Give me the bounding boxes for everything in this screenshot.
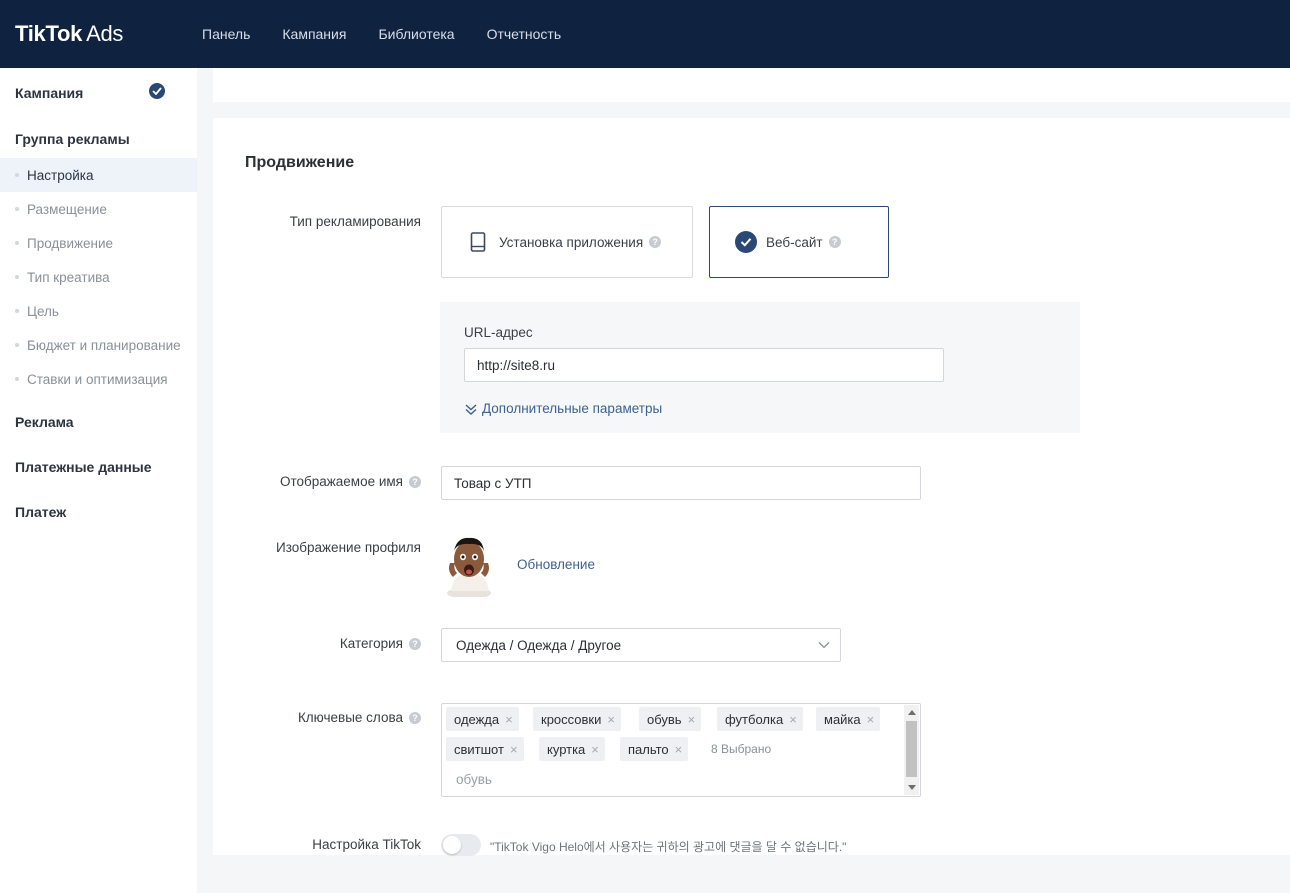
option-app-install[interactable]: Установка приложения ?: [441, 206, 693, 278]
sidebar-item-payment[interactable]: Платеж: [0, 504, 197, 520]
keyword-tag: одежда ×: [446, 707, 519, 731]
remove-tag-icon[interactable]: ×: [510, 742, 518, 757]
remove-tag-icon[interactable]: ×: [867, 712, 875, 727]
main-nav: Панель Кампания Библиотека Отчетность: [202, 26, 593, 42]
promotion-type-label: Тип рекламирования: [289, 214, 421, 229]
help-icon[interactable]: ?: [409, 638, 421, 651]
sidebar-subitem-promotion[interactable]: Продвижение: [0, 226, 197, 260]
remove-tag-icon[interactable]: ×: [675, 742, 683, 757]
help-icon[interactable]: ?: [409, 712, 421, 725]
tiktok-comments-toggle[interactable]: [441, 834, 481, 856]
url-input[interactable]: http://site8.ru: [464, 348, 944, 382]
advanced-options-toggle[interactable]: Дополнительные параметры: [464, 401, 662, 416]
previous-section-panel: [213, 68, 1290, 102]
keywords-input[interactable]: одежда × кроссовки × обувь × футболка × майк…: [441, 703, 921, 797]
keyword-tag: майка ×: [816, 707, 881, 731]
category-label: Категория?: [340, 636, 421, 651]
sidebar-subitem-bidding[interactable]: Ставки и оптимизация: [0, 362, 197, 396]
tiktok-setting-note: "TikTok Vigo Helo에서 사용자는 귀하의 광고에 댓글을 달 수…: [490, 840, 847, 854]
keywords-label: Ключевые слова?: [298, 710, 421, 725]
keyword-tag: обувь ×: [639, 707, 702, 731]
keyword-tag: футболка ×: [717, 707, 803, 731]
keyword-text-input[interactable]: обувь: [456, 772, 492, 787]
remove-tag-icon[interactable]: ×: [505, 712, 513, 727]
sidebar-item-billing[interactable]: Платежные данные: [0, 459, 197, 475]
keyword-tag: куртка ×: [539, 737, 605, 761]
remove-tag-icon[interactable]: ×: [688, 712, 696, 727]
option-website[interactable]: Веб-сайт ?: [709, 206, 889, 278]
nav-campaign[interactable]: Кампания: [282, 26, 346, 42]
tiktok-ads-logo[interactable]: TikTok Ads: [15, 21, 202, 47]
sidebar-subitem-setup[interactable]: Настройка: [0, 158, 197, 192]
category-select[interactable]: Одежда / Одежда / Другое: [441, 628, 841, 662]
keyword-tag: пальто ×: [620, 737, 689, 761]
nav-reporting[interactable]: Отчетность: [487, 26, 562, 42]
remove-tag-icon[interactable]: ×: [607, 712, 615, 727]
remove-tag-icon[interactable]: ×: [591, 742, 599, 757]
selected-count: 8 Выбрано: [711, 742, 772, 756]
sidebar-subitem-budget[interactable]: Бюджет и планирование: [0, 328, 197, 362]
scroll-thumb[interactable]: [906, 721, 917, 777]
help-icon[interactable]: ?: [409, 476, 421, 489]
section-title: Продвижение: [245, 154, 355, 171]
double-chevron-down-icon: [464, 402, 478, 416]
keywords-scrollbar[interactable]: [904, 705, 919, 795]
tiktok-setting-label: Настройка TikTok: [312, 837, 421, 852]
check-circle-icon: [735, 231, 757, 253]
url-settings-box: URL-адрес http://site8.ru Дополнительные…: [440, 302, 1080, 433]
chevron-down-icon: [818, 641, 830, 649]
update-profile-image-link[interactable]: Обновление: [517, 557, 595, 572]
display-name-label: Отображаемое имя?: [280, 474, 421, 489]
remove-tag-icon[interactable]: ×: [789, 712, 797, 727]
sidebar-subitem-creative-type[interactable]: Тип креатива: [0, 260, 197, 294]
sidebar-item-ads[interactable]: Реклама: [0, 414, 197, 430]
check-icon: [149, 83, 165, 99]
sidebar-subitem-placement[interactable]: Размещение: [0, 192, 197, 226]
help-icon[interactable]: ?: [828, 236, 841, 248]
url-label: URL-адрес: [464, 325, 533, 340]
display-name-input[interactable]: Товар с УТП: [441, 466, 921, 500]
sidebar-subitem-goal[interactable]: Цель: [0, 294, 197, 328]
scroll-up-icon[interactable]: [908, 710, 916, 715]
sidebar-item-ad-group[interactable]: Группа рекламы: [0, 131, 197, 147]
scroll-down-icon[interactable]: [908, 785, 916, 790]
nav-dashboard[interactable]: Панель: [202, 26, 250, 42]
toggle-knob: [443, 836, 461, 854]
help-icon[interactable]: ?: [649, 236, 662, 248]
nav-library[interactable]: Библиотека: [378, 26, 454, 42]
promotion-panel: Продвижение Тип рекламирования Установка…: [213, 118, 1290, 856]
top-navigation-bar: TikTok Ads Панель Кампания Библиотека Отч…: [0, 0, 1290, 68]
sidebar-item-campaign[interactable]: Кампания: [0, 83, 197, 101]
sidebar: Кампания Группа рекламы Настройка Размещ…: [0, 68, 197, 893]
keyword-tag: кроссовки ×: [533, 707, 621, 731]
keyword-tag: свитшот ×: [446, 737, 524, 761]
profile-image-label: Изображение профиля: [276, 540, 421, 555]
profile-avatar: [441, 533, 497, 599]
tablet-icon: [470, 232, 486, 252]
